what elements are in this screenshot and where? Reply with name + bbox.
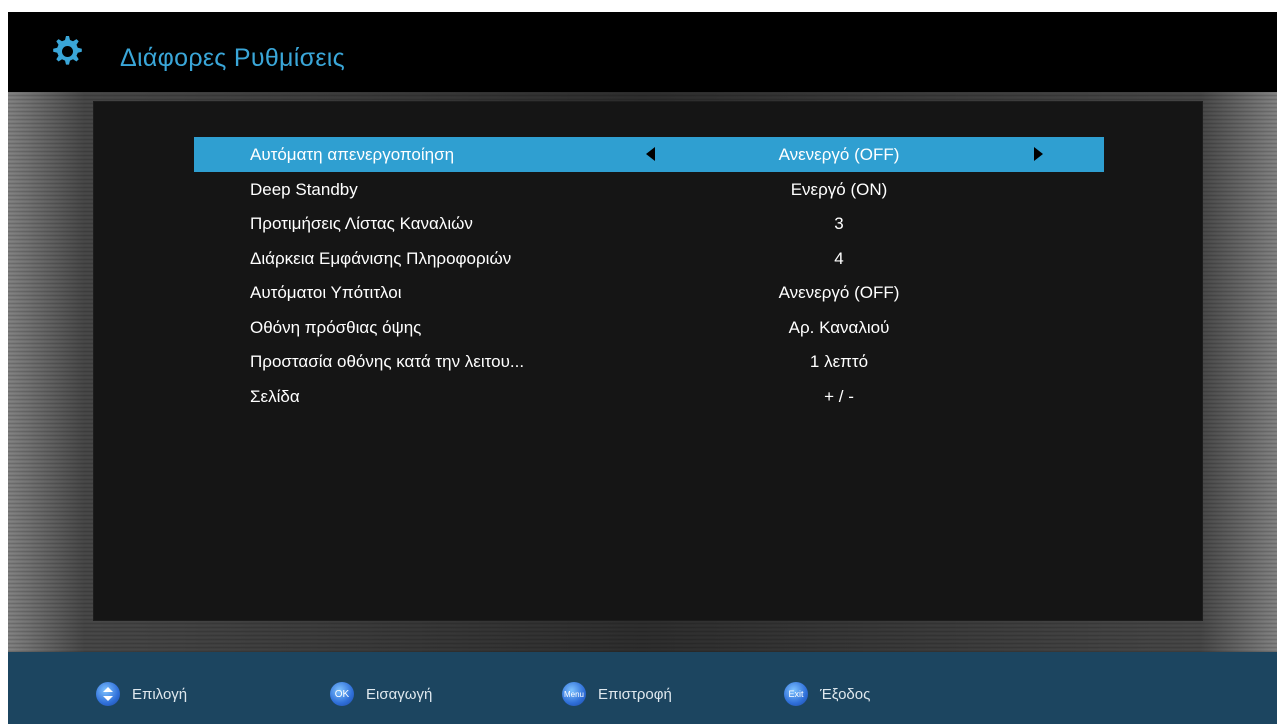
- hint-select: Επιλογή: [96, 682, 187, 706]
- menu-button-icon: Menu: [562, 682, 586, 706]
- setting-label: Deep Standby: [250, 179, 358, 199]
- setting-value: Αρ. Καναλιού: [788, 317, 890, 337]
- setting-label: Σελίδα: [250, 386, 300, 406]
- header-bar: Διάφορες Ρυθμίσεις: [8, 12, 1277, 92]
- setting-value: 1 λεπτό: [809, 352, 869, 371]
- settings-screen: Διάφορες Ρυθμίσεις Αυτόματη απενεργοποίη…: [8, 12, 1277, 724]
- setting-value: + / -: [824, 386, 854, 406]
- setting-value: Ενεργό (ON): [790, 179, 888, 199]
- hint-label: Έξοδος: [820, 685, 871, 703]
- setting-label: Αυτόματη απενεργοποίηση: [250, 145, 455, 164]
- setting-label: Διάρκεια Εμφάνισης Πληροφοριών: [250, 248, 512, 268]
- setting-label: Αυτόματοι Υπότιτλοι: [250, 283, 402, 302]
- hint-back: Menu Επιστροφή: [562, 682, 672, 706]
- setting-row-page[interactable]: Σελίδα + / -: [194, 379, 1104, 414]
- updown-arrows-icon: [96, 682, 120, 706]
- exit-button-icon: Exit: [784, 682, 808, 706]
- setting-row-front-display[interactable]: Οθόνη πρόσθιας όψης Αρ. Καναλιού: [194, 310, 1104, 345]
- arrow-left-icon[interactable]: [646, 147, 655, 161]
- hint-label: Επιλογή: [132, 685, 188, 703]
- settings-list: Αυτόματη απενεργοποίηση Ανενεργό (OFF) D…: [194, 137, 1104, 413]
- gear-icon: [53, 36, 82, 65]
- hint-label: Επιστροφή: [598, 685, 672, 703]
- setting-row-info-duration[interactable]: Διάρκεια Εμφάνισης Πληροφοριών 4: [194, 241, 1104, 276]
- setting-value: 4: [834, 248, 844, 268]
- setting-label: Προστασία οθόνης κατά την λειτου...: [250, 352, 525, 371]
- setting-label: Οθόνη πρόσθιας όψης: [250, 317, 422, 337]
- setting-row-auto-subtitles[interactable]: Αυτόματοι Υπότιτλοι Ανενεργό (OFF): [194, 275, 1104, 310]
- page-title: Διάφορες Ρυθμίσεις: [120, 44, 345, 72]
- ok-button-icon: OK: [330, 682, 354, 706]
- hint-label: Εισαγωγή: [366, 685, 433, 703]
- setting-value: Ανενεργό (OFF): [778, 145, 900, 164]
- footer-hint-bar: Επιλογή OK Εισαγωγή Menu Επιστροφή Exit …: [8, 652, 1277, 724]
- setting-value: 3: [834, 214, 844, 233]
- setting-row-channel-list-preferences[interactable]: Προτιμήσεις Λίστας Καναλιών 3: [194, 206, 1104, 241]
- arrow-right-icon[interactable]: [1034, 147, 1043, 161]
- setting-row-deep-standby[interactable]: Deep Standby Ενεργό (ON): [194, 172, 1104, 207]
- setting-row-screen-saver[interactable]: Προστασία οθόνης κατά την λειτου... 1 λε…: [194, 344, 1104, 379]
- setting-row-auto-power-off[interactable]: Αυτόματη απενεργοποίηση Ανενεργό (OFF): [194, 137, 1104, 172]
- hint-exit: Exit Έξοδος: [784, 682, 870, 706]
- setting-value: Ανενεργό (OFF): [778, 283, 900, 302]
- setting-label: Προτιμήσεις Λίστας Καναλιών: [250, 214, 473, 233]
- hint-ok: OK Εισαγωγή: [330, 682, 432, 706]
